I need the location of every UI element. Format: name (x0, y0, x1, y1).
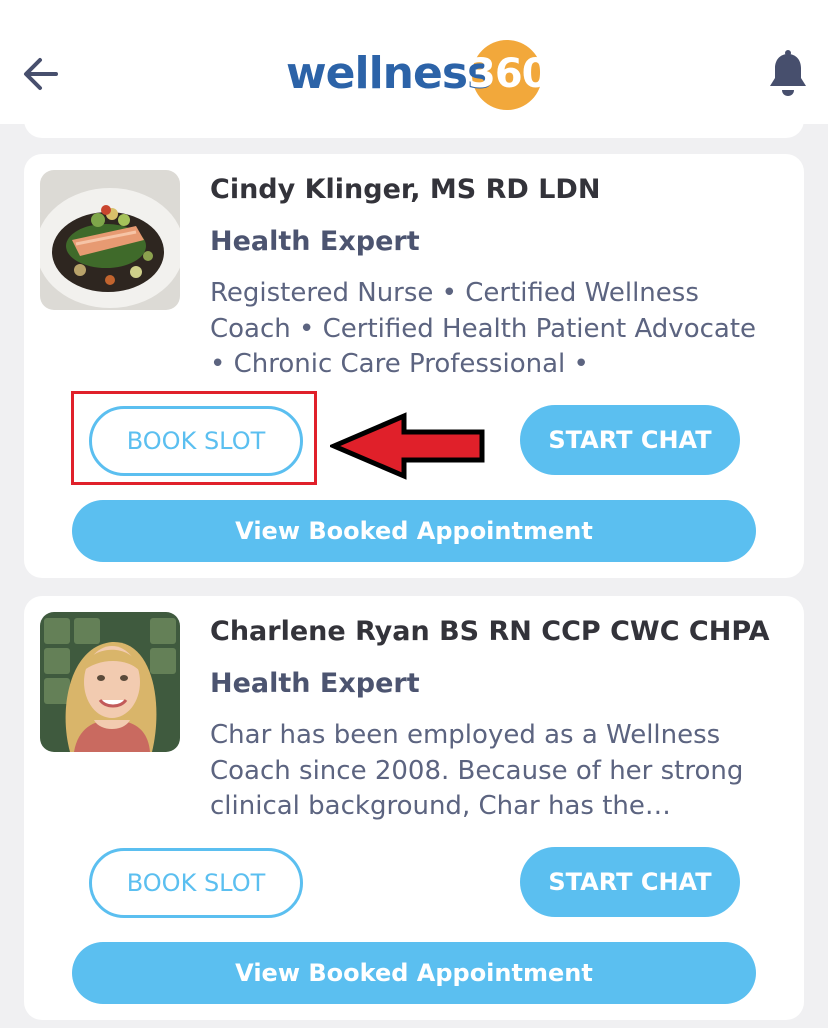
back-button[interactable] (18, 50, 64, 96)
arrow-left-icon (24, 58, 58, 90)
notifications-button[interactable] (766, 50, 810, 98)
start-chat-button[interactable]: START CHAT (520, 847, 740, 917)
view-booked-appointment-button[interactable]: View Booked Appointment (72, 942, 756, 1004)
expert-role: Health Expert (210, 226, 420, 257)
expert-card: Charlene Ryan BS RN CCP CWC CHPA Health … (24, 596, 804, 1020)
wellness360-logo: wellness 360 (286, 36, 556, 112)
expert-avatar (40, 170, 180, 310)
book-slot-button[interactable]: BOOK SLOT (89, 406, 303, 476)
bell-icon (770, 50, 806, 96)
expert-role: Health Expert (210, 668, 420, 699)
view-booked-appointment-button[interactable]: View Booked Appointment (72, 500, 756, 562)
food-plate-photo (40, 170, 180, 310)
expert-avatar (40, 612, 180, 752)
logo-word: wellness (286, 48, 493, 99)
expert-card: Cindy Klinger, MS RD LDN Health Expert R… (24, 154, 804, 578)
logo-number: 360 (468, 51, 549, 97)
expert-name: Cindy Klinger, MS RD LDN (210, 174, 601, 205)
book-slot-button[interactable]: BOOK SLOT (89, 848, 303, 918)
start-chat-button[interactable]: START CHAT (520, 405, 740, 475)
top-header: wellness 360 (0, 0, 828, 124)
expert-description: Registered Nurse • Certified Wellness Co… (210, 278, 757, 379)
expert-description: Char has been employed as a Wellness Coa… (210, 720, 744, 821)
app-screen: wellness 360 Cindy Klinger, MS RD LDN He… (0, 0, 828, 1028)
woman-portrait-photo (40, 612, 180, 752)
expert-name: Charlene Ryan BS RN CCP CWC CHPA (210, 616, 770, 647)
